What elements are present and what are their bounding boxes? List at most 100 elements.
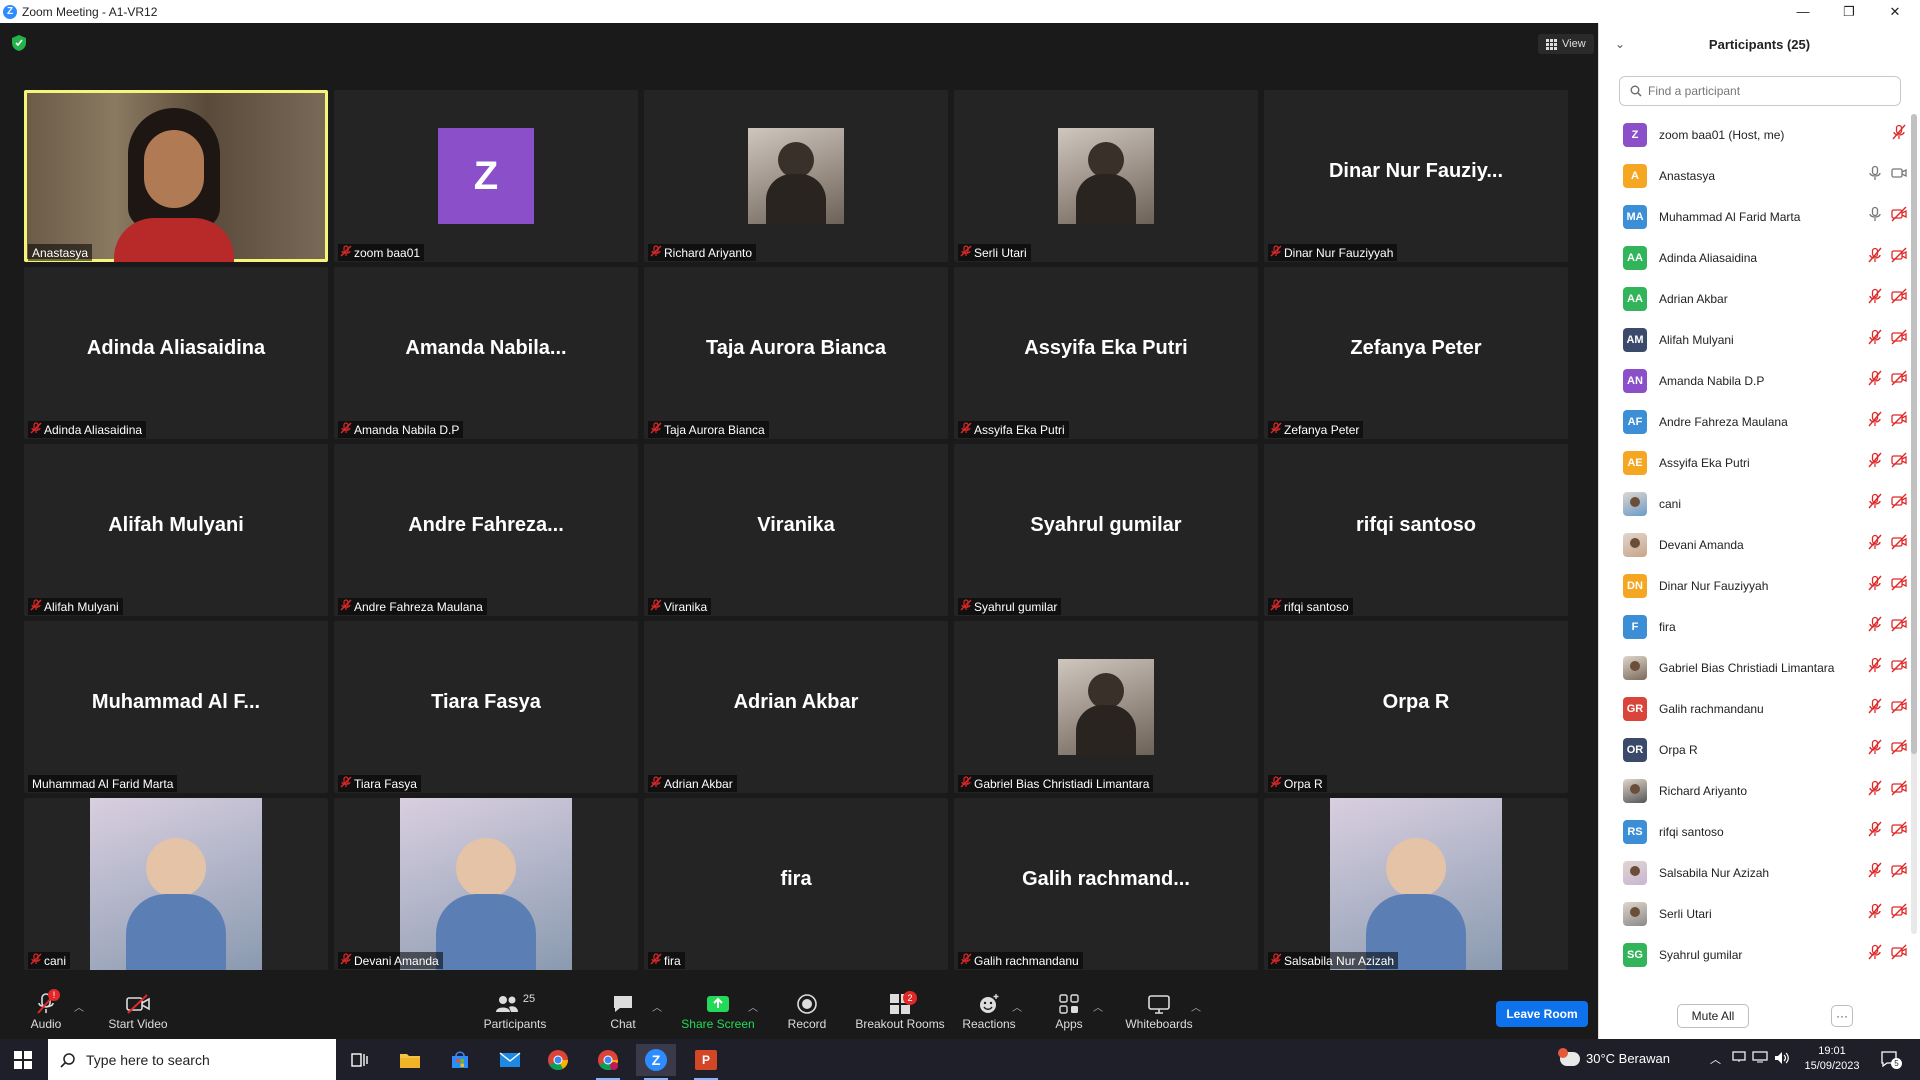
muted-mic-icon[interactable]	[1867, 780, 1883, 801]
video-tile[interactable]: Anastasya	[24, 90, 328, 262]
close-button[interactable]: ✕	[1872, 0, 1918, 23]
video-tile[interactable]: Dinar Nur Fauziy... Dinar Nur Fauziyyah	[1264, 90, 1568, 262]
muted-mic-icon[interactable]	[1867, 411, 1883, 432]
video-tile[interactable]: Galih rachmand... Galih rachmandanu	[954, 798, 1258, 970]
apps-options-chevron-icon[interactable]: ︿	[1093, 999, 1103, 1014]
video-tile[interactable]: rifqi santoso rifqi santoso	[1264, 444, 1568, 616]
whiteboard-options-chevron-icon[interactable]: ︿	[1191, 999, 1201, 1014]
more-options-button[interactable]: ···	[1831, 1005, 1853, 1027]
video-tile[interactable]: Serli Utari	[954, 90, 1258, 262]
weather-widget[interactable]: 30°C Berawan	[1558, 1047, 1670, 1066]
chat-options-chevron-icon[interactable]: ︿	[652, 999, 662, 1014]
mail-icon[interactable]	[490, 1044, 530, 1076]
muted-mic-icon[interactable]	[1867, 534, 1883, 555]
participant-row[interactable]: MA Muhammad Al Farid Marta	[1599, 196, 1915, 237]
video-tile[interactable]: Muhammad Al F... Muhammad Al Farid Marta	[24, 621, 328, 793]
video-tile[interactable]: Taja Aurora Bianca Taja Aurora Bianca	[644, 267, 948, 439]
file-explorer-icon[interactable]	[390, 1044, 430, 1076]
video-tile[interactable]: Amanda Nabila... Amanda Nabila D.P	[334, 267, 638, 439]
participant-row[interactable]: Richard Ariyanto	[1599, 770, 1915, 811]
mic-icon[interactable]	[1867, 165, 1883, 186]
breakout-rooms-button[interactable]: 2 Breakout Rooms	[854, 991, 946, 1035]
powerpoint-icon[interactable]: P	[686, 1044, 726, 1080]
muted-mic-icon[interactable]	[1867, 698, 1883, 719]
show-hidden-icons-chevron-icon[interactable]: ︿	[1710, 1051, 1721, 1067]
participant-row[interactable]: SG Syahrul gumilar	[1599, 934, 1915, 975]
video-tile[interactable]: Alifah Mulyani Alifah Mulyani	[24, 444, 328, 616]
maximize-button[interactable]: ❐	[1826, 0, 1872, 23]
participants-button[interactable]: 25 Participants	[482, 991, 548, 1035]
network-icon[interactable]	[1732, 1051, 1746, 1066]
muted-mic-icon[interactable]	[1867, 739, 1883, 760]
video-tile[interactable]: Syahrul gumilar Syahrul gumilar	[954, 444, 1258, 616]
video-tile[interactable]: fira fira	[644, 798, 948, 970]
video-tile[interactable]: Zefanya Peter Zefanya Peter	[1264, 267, 1568, 439]
taskbar-clock[interactable]: 19:01 15/09/2023	[1800, 1044, 1864, 1074]
video-tile[interactable]: Tiara Fasya Tiara Fasya	[334, 621, 638, 793]
microsoft-store-icon[interactable]	[440, 1044, 480, 1076]
video-tile[interactable]: Adrian Akbar Adrian Akbar	[644, 621, 948, 793]
participant-row[interactable]: Serli Utari	[1599, 893, 1915, 934]
participant-row[interactable]: OR Orpa R	[1599, 729, 1915, 770]
participant-row[interactable]: DN Dinar Nur Fauziyyah	[1599, 565, 1915, 606]
muted-mic-icon[interactable]	[1867, 288, 1883, 309]
participant-row[interactable]: Ffira	[1599, 606, 1915, 647]
participant-row[interactable]: Salsabila Nur Azizah	[1599, 852, 1915, 893]
muted-mic-icon[interactable]	[1867, 903, 1883, 924]
muted-mic-icon[interactable]	[1867, 616, 1883, 637]
muted-mic-icon[interactable]	[1867, 247, 1883, 268]
whiteboards-button[interactable]: Whiteboards	[1124, 991, 1194, 1035]
video-tile[interactable]: Andre Fahreza... Andre Fahreza Maulana	[334, 444, 638, 616]
notifications-icon[interactable]: 5	[1880, 1050, 1902, 1073]
audio-options-chevron-icon[interactable]: ︿	[74, 999, 84, 1014]
participant-row[interactable]: AF Andre Fahreza Maulana	[1599, 401, 1915, 442]
participant-row[interactable]: A Anastasya	[1599, 155, 1915, 196]
video-tile[interactable]: Richard Ariyanto	[644, 90, 948, 262]
zoom-taskbar-icon[interactable]: Z	[636, 1044, 676, 1080]
reactions-button[interactable]: Reactions	[962, 991, 1016, 1035]
share-options-chevron-icon[interactable]: ︿	[748, 999, 758, 1014]
mute-all-button[interactable]: Mute All	[1677, 1004, 1749, 1028]
task-view-icon[interactable]	[340, 1044, 380, 1076]
video-tile[interactable]: Orpa R Orpa R	[1264, 621, 1568, 793]
muted-mic-icon[interactable]	[1867, 329, 1883, 350]
muted-mic-icon[interactable]	[1867, 944, 1883, 965]
view-button[interactable]: View	[1538, 34, 1594, 54]
chrome-icon[interactable]	[538, 1044, 578, 1076]
audio-button[interactable]: ! Audio	[28, 989, 64, 1035]
participant-row[interactable]: RS rifqi santoso	[1599, 811, 1915, 852]
muted-mic-icon[interactable]	[1867, 821, 1883, 842]
display-icon[interactable]	[1752, 1051, 1768, 1066]
participant-row[interactable]: AA Adrian Akbar	[1599, 278, 1915, 319]
leave-room-button[interactable]: Leave Room	[1496, 1001, 1588, 1027]
muted-mic-icon[interactable]	[1867, 862, 1883, 883]
muted-mic-icon[interactable]	[1867, 575, 1883, 596]
muted-mic-icon[interactable]	[1891, 124, 1907, 145]
muted-mic-icon[interactable]	[1867, 370, 1883, 391]
participant-list-scrollbar[interactable]	[1911, 114, 1917, 934]
video-tile[interactable]: Assyifa Eka Putri Assyifa Eka Putri	[954, 267, 1258, 439]
muted-mic-icon[interactable]	[1867, 452, 1883, 473]
taskbar-search-input[interactable]: Type here to search	[48, 1039, 336, 1080]
find-participant-input[interactable]: Find a participant	[1619, 76, 1901, 106]
apps-button[interactable]: Apps	[1054, 991, 1084, 1035]
share-screen-button[interactable]: Share Screen	[680, 991, 756, 1035]
security-shield-icon[interactable]	[12, 35, 26, 51]
participant-row[interactable]: AN Amanda Nabila D.P	[1599, 360, 1915, 401]
volume-icon[interactable]	[1774, 1051, 1790, 1068]
muted-mic-icon[interactable]	[1867, 657, 1883, 678]
reactions-options-chevron-icon[interactable]: ︿	[1012, 999, 1022, 1014]
participant-row[interactable]: AE Assyifa Eka Putri	[1599, 442, 1915, 483]
video-tile[interactable]: Salsabila Nur Azizah	[1264, 798, 1568, 970]
participant-row[interactable]: Devani Amanda	[1599, 524, 1915, 565]
participant-row[interactable]: AM Alifah Mulyani	[1599, 319, 1915, 360]
video-tile[interactable]: Viranika Viranika	[644, 444, 948, 616]
participant-row[interactable]: AA Adinda Aliasaidina	[1599, 237, 1915, 278]
video-tile[interactable]: Zzoom baa01	[334, 90, 638, 262]
start-video-button[interactable]: Start Video	[106, 991, 170, 1035]
participant-row[interactable]: cani	[1599, 483, 1915, 524]
participant-row[interactable]: GR Galih rachmandanu	[1599, 688, 1915, 729]
mic-icon[interactable]	[1867, 206, 1883, 227]
video-tile[interactable]: cani	[24, 798, 328, 970]
windows-start-icon[interactable]	[14, 1051, 32, 1069]
